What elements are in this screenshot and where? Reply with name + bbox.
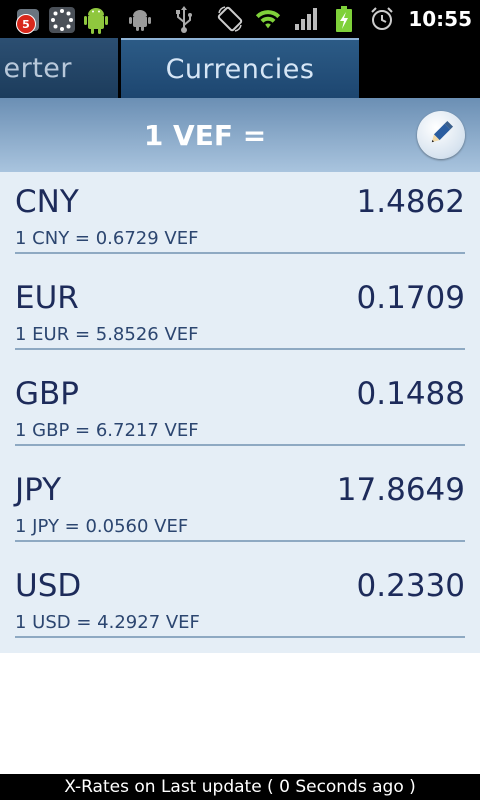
row-divider: [15, 540, 465, 542]
currency-row-gbp[interactable]: GBP 0.1488 1 GBP = 6.7217 VEF: [15, 364, 465, 460]
base-currency-title: 1 VEF =: [143, 118, 267, 152]
currency-value: 0.1488: [356, 376, 465, 412]
row-divider: [15, 444, 465, 446]
row-divider: [15, 348, 465, 350]
last-update-footer: X-Rates on Last update ( 0 Seconds ago ): [0, 774, 480, 800]
alarm-icon: [368, 5, 396, 33]
tab-converter-label: erter: [3, 52, 72, 84]
usb-icon: [170, 6, 198, 34]
currency-row-eur[interactable]: EUR 0.1709 1 EUR = 5.8526 VEF: [15, 268, 465, 364]
currency-row-jpy[interactable]: JPY 17.8649 1 JPY = 0.0560 VEF: [15, 460, 465, 556]
currency-inverse-rate: 1 GBP = 6.7217 VEF: [15, 420, 199, 441]
currency-code: EUR: [15, 280, 79, 316]
currency-list: CNY 1.4862 1 CNY = 0.6729 VEF EUR 0.1709…: [0, 172, 480, 653]
android-icon: [82, 6, 110, 34]
pencil-icon: [426, 118, 456, 152]
last-update-text: X-Rates on Last update ( 0 Seconds ago ): [64, 777, 416, 797]
signal-icon: [292, 5, 320, 33]
row-divider: [15, 636, 465, 638]
currency-inverse-rate: 1 USD = 4.2927 VEF: [15, 612, 200, 633]
clock: 10:55: [408, 7, 472, 31]
currency-row-usd[interactable]: USD 0.2330 1 USD = 4.2927 VEF: [15, 556, 465, 652]
currency-inverse-rate: 1 EUR = 5.8526 VEF: [15, 324, 199, 345]
tab-converter[interactable]: erter: [0, 38, 118, 98]
wifi-icon: [254, 5, 282, 33]
notification-count-badge: 5: [16, 14, 36, 34]
currency-inverse-rate: 1 JPY = 0.0560 VEF: [15, 516, 189, 537]
rotate-icon: [216, 5, 244, 33]
row-divider: [15, 252, 465, 254]
loading-icon: [48, 6, 76, 34]
notification-app-icon: 5: [14, 6, 42, 34]
currency-inverse-rate: 1 CNY = 0.6729 VEF: [15, 228, 199, 249]
currency-value: 1.4862: [356, 184, 465, 220]
base-currency-header: 1 VEF =: [0, 98, 480, 172]
tab-currencies[interactable]: Currencies: [121, 38, 359, 98]
tab-currencies-label: Currencies: [165, 53, 315, 85]
status-bar: 5 10:55: [0, 0, 480, 38]
currency-value: 17.8649: [336, 472, 465, 508]
battery-charging-icon: [330, 5, 358, 33]
tab-bar: erter Currencies: [0, 38, 480, 98]
currency-code: JPY: [15, 472, 62, 508]
currency-value: 0.1709: [356, 280, 465, 316]
currency-value: 0.2330: [356, 568, 465, 604]
currency-code: GBP: [15, 376, 79, 412]
edit-button[interactable]: [417, 111, 465, 159]
currency-code: USD: [15, 568, 82, 604]
currency-code: CNY: [15, 184, 79, 220]
android-debug-icon: [126, 6, 154, 34]
currency-row-cny[interactable]: CNY 1.4862 1 CNY = 0.6729 VEF: [15, 172, 465, 268]
